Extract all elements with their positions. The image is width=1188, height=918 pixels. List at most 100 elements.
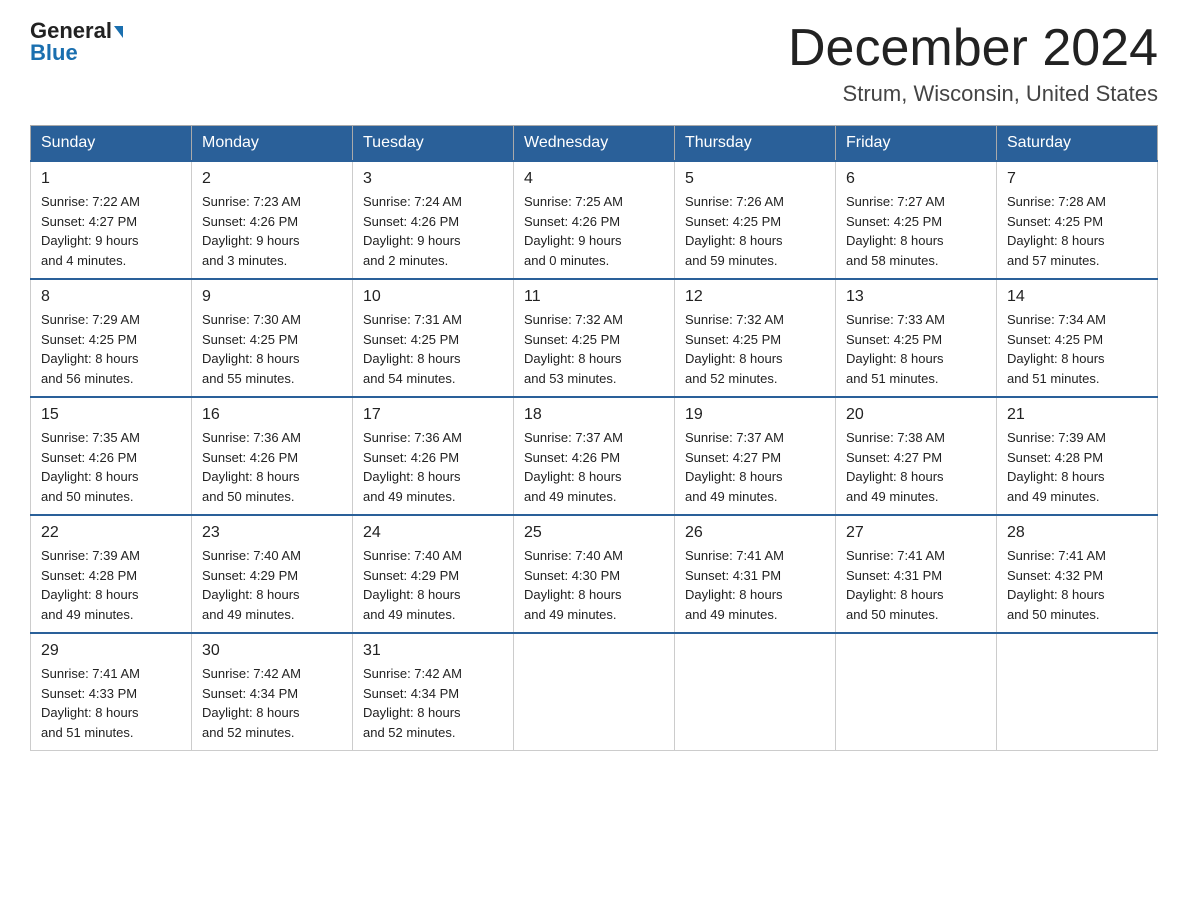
day-number: 26 — [685, 524, 825, 542]
day-number: 23 — [202, 524, 342, 542]
logo-line1: General — [30, 20, 123, 42]
day-info: Sunrise: 7:25 AMSunset: 4:26 PMDaylight:… — [524, 194, 623, 268]
week-row-5: 29Sunrise: 7:41 AMSunset: 4:33 PMDayligh… — [31, 633, 1158, 751]
page-header: General Blue December 2024 Strum, Wiscon… — [30, 20, 1158, 107]
day-number: 11 — [524, 288, 664, 306]
calendar-cell: 17 Sunrise: 7:36 AMSunset: 4:26 PMDayligh… — [353, 397, 514, 515]
day-number: 4 — [524, 170, 664, 188]
day-info: Sunrise: 7:39 AMSunset: 4:28 PMDaylight:… — [41, 548, 140, 622]
calendar-cell: 10Sunrise: 7:31 AMSunset: 4:25 PMDayligh… — [353, 279, 514, 397]
day-number: 21 — [1007, 406, 1147, 424]
calendar-cell — [514, 633, 675, 751]
day-number: 2 — [202, 170, 342, 188]
day-info: Sunrise: 7:23 AMSunset: 4:26 PMDaylight:… — [202, 194, 301, 268]
day-number: 24 — [363, 524, 503, 542]
calendar-cell: 25Sunrise: 7:40 AMSunset: 4:30 PMDayligh… — [514, 515, 675, 633]
weekday-header-tuesday: Tuesday — [353, 126, 514, 162]
weekday-header-saturday: Saturday — [997, 126, 1158, 162]
day-info: Sunrise: 7:32 AMSunset: 4:25 PMDaylight:… — [524, 312, 623, 386]
day-info: Sunrise: 7:37 AMSunset: 4:27 PMDaylight:… — [685, 430, 784, 504]
day-number: 13 — [846, 288, 986, 306]
day-info: Sunrise: 7:37 AMSunset: 4:26 PMDaylight:… — [524, 430, 623, 504]
day-info: Sunrise: 7:40 AMSunset: 4:29 PMDaylight:… — [202, 548, 301, 622]
day-info: Sunrise: 7:42 AMSunset: 4:34 PMDaylight:… — [363, 666, 462, 740]
day-number: 15 — [41, 406, 181, 424]
calendar-cell: 11 Sunrise: 7:32 AMSunset: 4:25 PMDayligh… — [514, 279, 675, 397]
day-info: Sunrise: 7:38 AMSunset: 4:27 PMDaylight:… — [846, 430, 945, 504]
weekday-header-monday: Monday — [192, 126, 353, 162]
day-number: 31 — [363, 642, 503, 660]
day-number: 1 — [41, 170, 181, 188]
day-number: 17 — [363, 406, 503, 424]
day-info: Sunrise: 7:33 AMSunset: 4:25 PMDaylight:… — [846, 312, 945, 386]
day-info: Sunrise: 7:41 AMSunset: 4:33 PMDaylight:… — [41, 666, 140, 740]
calendar-cell: 23 Sunrise: 7:40 AMSunset: 4:29 PMDayligh… — [192, 515, 353, 633]
day-info: Sunrise: 7:29 AMSunset: 4:25 PMDaylight:… — [41, 312, 140, 386]
calendar-cell: 3 Sunrise: 7:24 AMSunset: 4:26 PMDaylight… — [353, 161, 514, 279]
calendar-cell: 20 Sunrise: 7:38 AMSunset: 4:27 PMDayligh… — [836, 397, 997, 515]
day-info: Sunrise: 7:22 AMSunset: 4:27 PMDaylight:… — [41, 194, 140, 268]
day-number: 28 — [1007, 524, 1147, 542]
calendar-cell — [836, 633, 997, 751]
day-number: 12 — [685, 288, 825, 306]
calendar-cell: 7 Sunrise: 7:28 AMSunset: 4:25 PMDaylight… — [997, 161, 1158, 279]
calendar-body: 1 Sunrise: 7:22 AMSunset: 4:27 PMDaylight… — [31, 161, 1158, 751]
day-number: 27 — [846, 524, 986, 542]
day-number: 8 — [41, 288, 181, 306]
day-info: Sunrise: 7:40 AMSunset: 4:30 PMDaylight:… — [524, 548, 623, 622]
day-number: 30 — [202, 642, 342, 660]
calendar-cell: 12 Sunrise: 7:32 AMSunset: 4:25 PMDayligh… — [675, 279, 836, 397]
day-info: Sunrise: 7:32 AMSunset: 4:25 PMDaylight:… — [685, 312, 784, 386]
calendar-cell: 22 Sunrise: 7:39 AMSunset: 4:28 PMDayligh… — [31, 515, 192, 633]
day-number: 16 — [202, 406, 342, 424]
week-row-4: 22 Sunrise: 7:39 AMSunset: 4:28 PMDayligh… — [31, 515, 1158, 633]
week-row-3: 15 Sunrise: 7:35 AMSunset: 4:26 PMDayligh… — [31, 397, 1158, 515]
location-subtitle: Strum, Wisconsin, United States — [788, 81, 1158, 107]
calendar-cell: 15 Sunrise: 7:35 AMSunset: 4:26 PMDayligh… — [31, 397, 192, 515]
calendar-cell: 8 Sunrise: 7:29 AMSunset: 4:25 PMDaylight… — [31, 279, 192, 397]
calendar-cell: 14 Sunrise: 7:34 AMSunset: 4:25 PMDayligh… — [997, 279, 1158, 397]
calendar-cell: 18 Sunrise: 7:37 AMSunset: 4:26 PMDayligh… — [514, 397, 675, 515]
day-number: 3 — [363, 170, 503, 188]
day-info: Sunrise: 7:36 AMSunset: 4:26 PMDaylight:… — [202, 430, 301, 504]
day-info: Sunrise: 7:31 AMSunset: 4:25 PMDaylight:… — [363, 312, 462, 386]
calendar-cell: 19Sunrise: 7:37 AMSunset: 4:27 PMDayligh… — [675, 397, 836, 515]
day-info: Sunrise: 7:41 AMSunset: 4:32 PMDaylight:… — [1007, 548, 1106, 622]
calendar-cell: 5Sunrise: 7:26 AMSunset: 4:25 PMDaylight… — [675, 161, 836, 279]
day-number: 14 — [1007, 288, 1147, 306]
day-info: Sunrise: 7:36 AMSunset: 4:26 PMDaylight:… — [363, 430, 462, 504]
calendar-cell: 26 Sunrise: 7:41 AMSunset: 4:31 PMDayligh… — [675, 515, 836, 633]
day-number: 9 — [202, 288, 342, 306]
day-number: 7 — [1007, 170, 1147, 188]
day-info: Sunrise: 7:34 AMSunset: 4:25 PMDaylight:… — [1007, 312, 1106, 386]
day-info: Sunrise: 7:30 AMSunset: 4:25 PMDaylight:… — [202, 312, 301, 386]
day-info: Sunrise: 7:27 AMSunset: 4:25 PMDaylight:… — [846, 194, 945, 268]
calendar-cell: 6 Sunrise: 7:27 AMSunset: 4:25 PMDaylight… — [836, 161, 997, 279]
calendar-cell: 13 Sunrise: 7:33 AMSunset: 4:25 PMDayligh… — [836, 279, 997, 397]
day-info: Sunrise: 7:28 AMSunset: 4:25 PMDaylight:… — [1007, 194, 1106, 268]
day-info: Sunrise: 7:24 AMSunset: 4:26 PMDaylight:… — [363, 194, 462, 268]
week-row-2: 8 Sunrise: 7:29 AMSunset: 4:25 PMDaylight… — [31, 279, 1158, 397]
weekday-header-sunday: Sunday — [31, 126, 192, 162]
day-info: Sunrise: 7:41 AMSunset: 4:31 PMDaylight:… — [685, 548, 784, 622]
weekday-header-wednesday: Wednesday — [514, 126, 675, 162]
day-number: 20 — [846, 406, 986, 424]
calendar-cell: 16 Sunrise: 7:36 AMSunset: 4:26 PMDayligh… — [192, 397, 353, 515]
day-number: 5 — [685, 170, 825, 188]
calendar-cell: 4 Sunrise: 7:25 AMSunset: 4:26 PMDaylight… — [514, 161, 675, 279]
day-info: Sunrise: 7:39 AMSunset: 4:28 PMDaylight:… — [1007, 430, 1106, 504]
day-info: Sunrise: 7:35 AMSunset: 4:26 PMDaylight:… — [41, 430, 140, 504]
calendar-cell: 29Sunrise: 7:41 AMSunset: 4:33 PMDayligh… — [31, 633, 192, 751]
day-number: 18 — [524, 406, 664, 424]
calendar-cell: 28 Sunrise: 7:41 AMSunset: 4:32 PMDayligh… — [997, 515, 1158, 633]
calendar-cell — [675, 633, 836, 751]
title-area: December 2024 Strum, Wisconsin, United S… — [788, 20, 1158, 107]
day-info: Sunrise: 7:42 AMSunset: 4:34 PMDaylight:… — [202, 666, 301, 740]
weekday-header-friday: Friday — [836, 126, 997, 162]
calendar-table: SundayMondayTuesdayWednesdayThursdayFrid… — [30, 125, 1158, 751]
calendar-cell: 30 Sunrise: 7:42 AMSunset: 4:34 PMDayligh… — [192, 633, 353, 751]
day-number: 6 — [846, 170, 986, 188]
calendar-cell: 2 Sunrise: 7:23 AMSunset: 4:26 PMDaylight… — [192, 161, 353, 279]
day-number: 22 — [41, 524, 181, 542]
calendar-cell: 9 Sunrise: 7:30 AMSunset: 4:25 PMDaylight… — [192, 279, 353, 397]
